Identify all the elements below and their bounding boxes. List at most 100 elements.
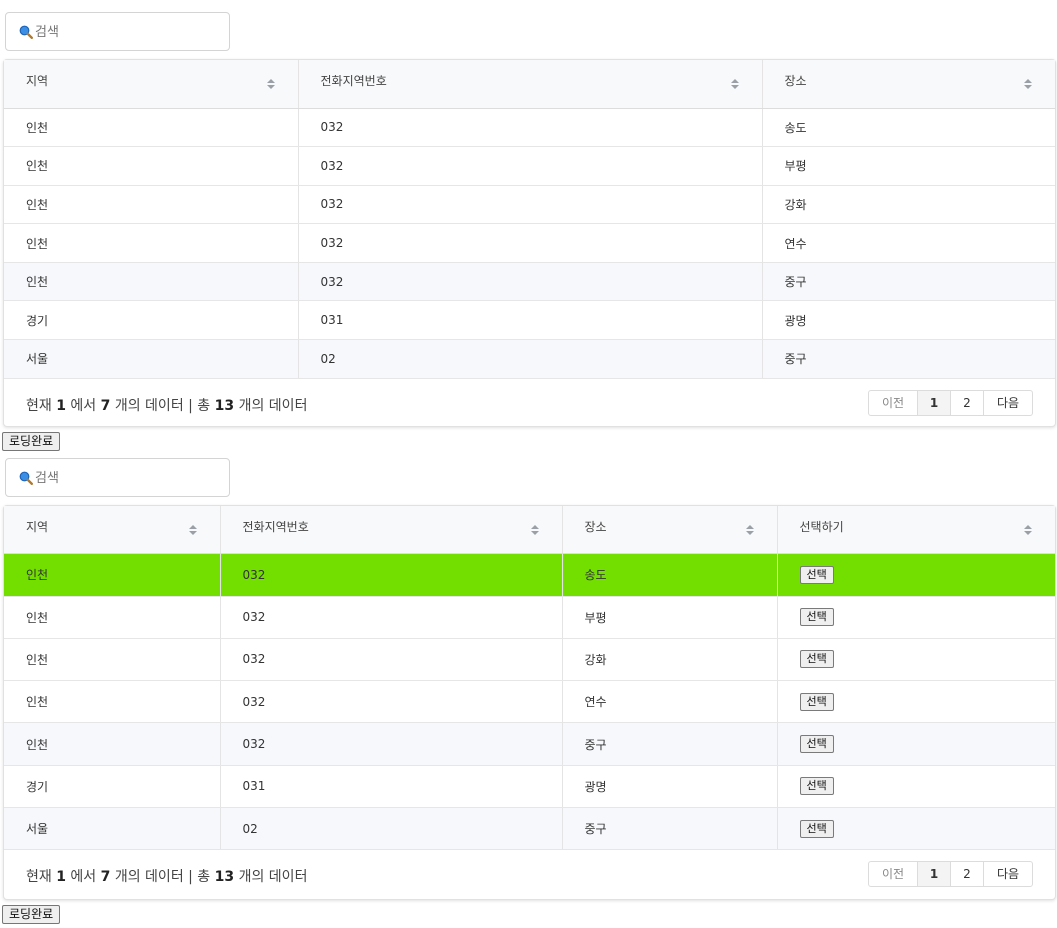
page-1-button[interactable]: 1 [917,861,951,888]
column-header-region[interactable]: 지역 [4,506,221,554]
cell-place: 연수 [762,223,1055,263]
next-page-button[interactable]: 다음 [983,389,1033,416]
cell-region: 인천 [4,185,299,225]
cell-region: 인천 [4,553,221,597]
column-header-place[interactable]: 장소 [562,506,778,554]
table-row[interactable]: 인천 032 강화 [4,185,1055,225]
sort-icon[interactable] [530,524,540,536]
cell-region: 서울 [4,339,299,379]
grid-footer-1: 현재 1 에서 7 개의 데이터 | 총 13 개의 데이터 이전 1 2 다음 [4,379,1055,427]
cell-area-code: 031 [298,300,763,341]
sort-icon[interactable] [730,78,740,90]
info-total: 13 [214,397,235,414]
info-text: 현재 [26,397,52,414]
table-row[interactable]: 서울 02 중구 선택 [4,807,1055,851]
record-count-info: 현재 1 에서 7 개의 데이터 | 총 13 개의 데이터 [26,395,307,415]
info-total: 13 [214,869,235,886]
column-header-label: 전화지역번호 [320,74,387,88]
search-box-2[interactable] [5,458,230,497]
info-to: 7 [100,869,111,886]
cell-region: 서울 [4,807,221,851]
loading-complete-button[interactable]: 로딩완료 [2,905,61,924]
column-header-region[interactable]: 지역 [4,60,299,109]
table-row-selected[interactable]: 인천 032 송도 선택 [4,553,1055,597]
cell-place: 중구 [562,722,778,766]
cell-place: 중구 [762,339,1055,379]
cell-select: 선택 [777,553,1055,597]
select-button[interactable]: 선택 [799,819,834,838]
table-row[interactable]: 인천 032 부평 [4,146,1055,186]
pagination: 이전 1 2 다음 [868,861,1033,888]
record-count-info: 현재 1 에서 7 개의 데이터 | 총 13 개의 데이터 [26,866,307,886]
column-header-area-code[interactable]: 전화지역번호 [298,60,763,109]
page-2-button[interactable]: 2 [950,389,984,416]
table-row[interactable]: 인천 032 연수 [4,223,1055,263]
cell-place: 송도 [762,108,1055,148]
sort-icon[interactable] [1023,524,1033,536]
table-row[interactable]: 인천 032 강화 선택 [4,638,1055,682]
next-page-button[interactable]: 다음 [983,861,1033,888]
cell-place: 중구 [562,807,778,851]
column-header-select[interactable]: 선택하기 [777,506,1055,554]
sort-icon[interactable] [266,78,276,90]
select-button[interactable]: 선택 [799,565,834,584]
cell-region: 인천 [4,638,221,682]
cell-place: 광명 [562,765,778,808]
column-header-area-code[interactable]: 전화지역번호 [220,506,563,554]
cell-select: 선택 [777,765,1055,808]
table-row[interactable]: 경기 031 광명 선택 [4,765,1055,808]
cell-area-code: 02 [220,807,563,851]
cell-region: 경기 [4,765,221,808]
sort-icon[interactable] [188,524,198,536]
search-box-1[interactable] [5,12,230,51]
info-text: 개의 데이터 [238,869,308,886]
cell-region: 경기 [4,300,299,341]
search-input-2[interactable] [35,468,215,488]
select-button[interactable]: 선택 [799,608,834,627]
cell-place: 송도 [562,553,778,597]
sort-icon[interactable] [745,524,755,536]
cell-place: 강화 [762,185,1055,225]
select-button[interactable]: 선택 [799,650,834,669]
table-row[interactable]: 인천 032 연수 선택 [4,680,1055,724]
cell-area-code: 02 [298,339,763,379]
cell-place: 부평 [762,146,1055,186]
table-row[interactable]: 서울 02 중구 [4,339,1055,379]
search-icon [19,471,33,485]
cell-area-code: 032 [298,223,763,263]
cell-select: 선택 [777,680,1055,724]
info-text: 에서 [70,397,97,414]
cell-select: 선택 [777,596,1055,639]
prev-page-button[interactable]: 이전 [868,861,918,888]
table-row[interactable]: 경기 031 광명 [4,300,1055,341]
cell-area-code: 032 [220,638,563,682]
prev-page-button[interactable]: 이전 [868,389,918,416]
grid-header-row: 지역 전화지역번호 장소 선택하기 [4,506,1055,554]
data-grid-1: 지역 전화지역번호 장소 인천 032 송도 인천 032 부평 인천 032 강화 인천 0… [3,59,1056,427]
table-row[interactable]: 인천 032 부평 선택 [4,596,1055,639]
select-button[interactable]: 선택 [799,777,834,796]
info-text: 개의 데이터 [238,397,308,414]
pagination: 이전 1 2 다음 [868,389,1033,416]
cell-area-code: 032 [298,262,763,302]
loading-complete-button[interactable]: 로딩완료 [2,432,61,451]
sort-icon[interactable] [1023,78,1033,90]
info-to: 7 [100,397,111,414]
page-1-button[interactable]: 1 [917,389,951,416]
select-button[interactable]: 선택 [799,692,834,711]
table-row[interactable]: 인천 032 송도 [4,108,1055,148]
cell-place: 부평 [562,596,778,639]
search-input-1[interactable] [35,22,215,42]
cell-place: 중구 [762,262,1055,302]
cell-place: 광명 [762,300,1055,341]
cell-area-code: 032 [220,553,563,597]
table-row[interactable]: 인천 032 중구 선택 [4,722,1055,766]
column-header-label: 전화지역번호 [242,520,309,534]
select-button[interactable]: 선택 [799,735,834,754]
cell-place: 강화 [562,638,778,682]
column-header-place[interactable]: 장소 [762,60,1055,109]
page-2-button[interactable]: 2 [950,861,984,888]
info-from: 1 [56,869,66,886]
table-row[interactable]: 인천 032 중구 [4,262,1055,302]
cell-area-code: 032 [298,146,763,186]
